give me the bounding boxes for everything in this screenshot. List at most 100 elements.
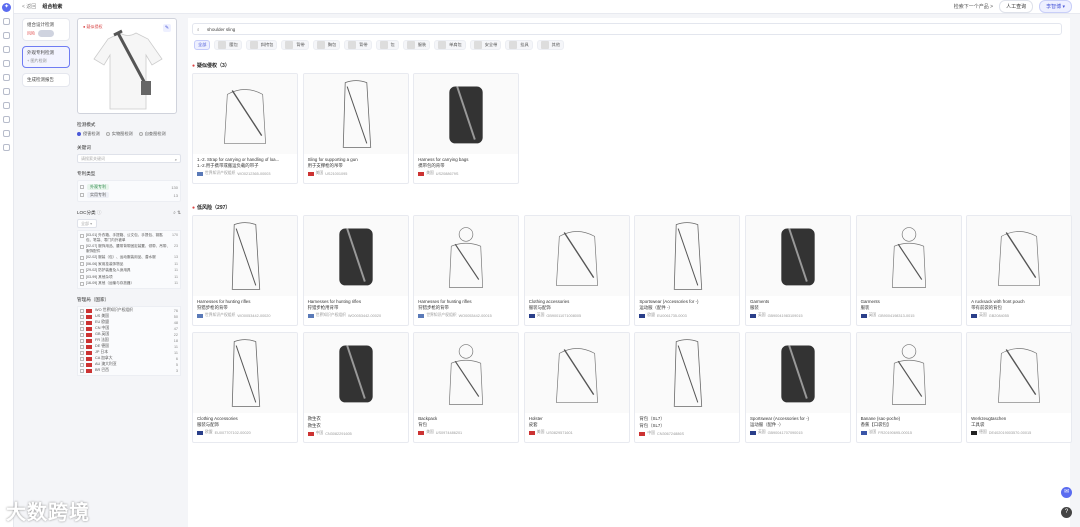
checkbox[interactable] <box>80 193 84 197</box>
mode-combo-design[interactable]: 组合设计检测 风险 <box>22 18 70 41</box>
result-image[interactable] <box>745 333 850 413</box>
result-meta: 美国 US0974486201 <box>414 428 518 435</box>
result-card[interactable]: Clothing Accessories 服装与配饰 欧盟 EU007707102-0… <box>192 332 298 443</box>
result-card[interactable]: Clothing accessories 服装与配饰 英国 GB90011071008… <box>523 215 630 326</box>
result-card[interactable]: Backpack 背包 美国 US0974486201 <box>413 332 520 443</box>
user-menu[interactable]: 李智博 ▾ <box>1039 0 1072 13</box>
result-card[interactable]: 救生衣 救生衣 中国 CN3082291605 <box>302 332 409 443</box>
result-title-en: Harnesses for hunting rifles <box>307 299 362 304</box>
radio-option[interactable]: 侵害检测 <box>77 131 100 137</box>
checkbox[interactable] <box>80 362 84 367</box>
back-link[interactable]: < 返回 <box>22 3 36 10</box>
result-card[interactable]: A rucksack with front pouch 带有前袋的背包 英国 GB20… <box>966 215 1073 326</box>
result-image[interactable] <box>745 216 850 296</box>
result-card[interactable]: Harnesses for hunting rifles 狩猎步枪用背带 世界知识产… <box>302 215 409 326</box>
category-chip[interactable]: 安全带 <box>469 40 502 50</box>
result-image[interactable] <box>414 216 519 296</box>
result-image[interactable] <box>303 74 408 154</box>
checkbox[interactable] <box>80 314 84 319</box>
patent-type-row[interactable]: 实用专利 13 <box>80 191 178 199</box>
nav-search-icon[interactable] <box>3 32 10 39</box>
result-card[interactable]: 1.-2. Strap for carrying or handling of … <box>192 73 298 184</box>
checkbox[interactable] <box>80 338 84 343</box>
nav-monitor-icon[interactable] <box>3 102 10 109</box>
radio-option[interactable]: 实物图检测 <box>105 131 133 137</box>
result-card[interactable]: Holster 皮套 美国 US0829571601 <box>523 332 630 443</box>
result-card[interactable]: 背包（SL7） 背包（SL7） 中国 CN306724886S <box>634 332 741 443</box>
result-image[interactable] <box>193 74 297 154</box>
result-image[interactable] <box>524 333 629 413</box>
category-chip[interactable]: 胸包 <box>312 40 341 50</box>
loc-row[interactable]: [03-01] 外衣箱、手提箱、公文包、手提包、钥匙包、笔袋、零门内外被单 170 <box>80 232 178 243</box>
nav-chart-icon[interactable] <box>3 88 10 95</box>
patent-type-row[interactable]: 外观专利 130 <box>80 183 178 191</box>
loc-select[interactable]: 全部 ▾ <box>77 219 97 228</box>
result-card[interactable]: Sportswear (Accessories for -) 运动服（配件 -）欧… <box>634 215 741 326</box>
loc-row[interactable]: [02-07] 服饰用品、腰带背带固定装置、领带、吊带、服饰配件 23 <box>80 243 178 254</box>
chat-icon[interactable]: ✉ <box>1061 487 1072 498</box>
result-image[interactable] <box>414 333 519 413</box>
result-card[interactable]: Sling for supporting a gun 用于支撑枪的吊带 美国 US21… <box>302 73 409 184</box>
nav-doc-icon[interactable] <box>3 74 10 81</box>
checkbox[interactable] <box>80 344 84 349</box>
country-row[interactable]: BR 巴西 3 <box>80 368 178 374</box>
checkbox[interactable] <box>80 332 84 337</box>
radio-option[interactable]: 自查图检测 <box>138 131 166 137</box>
checkbox[interactable] <box>80 368 84 373</box>
nav-list-icon[interactable] <box>3 60 10 67</box>
result-card[interactable]: Sportswear (Accessories for -) 运动服（配件 -）英… <box>744 332 851 443</box>
loc-row[interactable]: [16-09] 其他（运输与存放器） 11 <box>80 280 178 287</box>
checkbox[interactable] <box>80 185 84 189</box>
result-card[interactable]: Harnesses for hunting rifles 狩猎步枪的背带 世界知识产… <box>413 215 520 326</box>
result-card[interactable]: Harness for carrying bags 携带包的背带 美国 US20886… <box>413 73 520 184</box>
category-chip[interactable]: 挂具 <box>505 40 533 50</box>
keyword-input[interactable]: 请搜索关键词 ⌕ <box>77 154 181 163</box>
category-chip[interactable]: 全部 <box>194 40 211 50</box>
result-card[interactable]: Banane (sac-poche) 香蕉【口袋包】 法国 FR20190695-00… <box>855 332 962 443</box>
checkbox[interactable] <box>80 320 84 325</box>
result-image[interactable] <box>856 333 961 413</box>
category-chip[interactable]: 包 <box>375 40 399 50</box>
result-card[interactable]: Werkzeugtaschen 工具袋 德国 DE402019003570-00015 <box>966 332 1073 443</box>
result-image[interactable] <box>967 216 1072 296</box>
result-image[interactable] <box>635 333 740 413</box>
result-image[interactable] <box>856 216 961 296</box>
mode-toggle[interactable] <box>38 30 54 37</box>
result-image[interactable] <box>303 333 408 413</box>
checkbox[interactable] <box>80 308 84 313</box>
nav-tool-icon[interactable] <box>3 144 10 151</box>
mode-report[interactable]: 生成检测报告 <box>22 73 70 87</box>
search-icon[interactable]: ⌕ <box>175 156 177 164</box>
category-chip[interactable]: 腰包 <box>214 40 242 50</box>
result-image[interactable] <box>967 333 1072 413</box>
mode-design-patent[interactable]: 外观专利检测 + 图片检测 <box>22 46 70 68</box>
category-chip[interactable]: 斜挎包 <box>245 40 278 50</box>
result-card[interactable]: Harnesses for hunting rifles 狩猎步枪的背带 世界知识产… <box>192 215 298 326</box>
category-chip[interactable]: 背带 <box>344 40 372 50</box>
nav-tag-icon[interactable] <box>3 130 10 137</box>
result-image[interactable] <box>193 216 297 296</box>
help-icon[interactable]: ? <box>1061 507 1072 518</box>
search-input[interactable]: ⌕ shoulder sling <box>192 23 1062 35</box>
category-chip[interactable]: 服装 <box>402 40 431 50</box>
checkbox[interactable] <box>80 326 84 331</box>
checkbox[interactable] <box>80 350 84 355</box>
result-card[interactable]: Garments 服装 英国 GB90041983109015 <box>744 215 851 326</box>
service-button[interactable]: 人工查询 <box>999 0 1034 13</box>
nav-home-icon[interactable] <box>3 18 10 25</box>
checkbox[interactable] <box>80 356 84 361</box>
result-image[interactable] <box>524 216 629 296</box>
nav-image-icon[interactable] <box>3 46 10 53</box>
result-image[interactable] <box>414 74 519 154</box>
result-image[interactable] <box>635 216 740 296</box>
result-image[interactable] <box>193 333 297 413</box>
result-image[interactable] <box>303 216 408 296</box>
nav-alert-icon[interactable] <box>3 116 10 123</box>
result-card[interactable]: Garments 服装 英国 GB9004198313-0015 <box>855 215 962 326</box>
category-chip[interactable]: 背带 <box>281 40 309 50</box>
next-product-link[interactable]: 检索下一个产品 > <box>954 3 993 10</box>
query-image-card[interactable]: ● 疑似侵权 ✎ <box>77 18 177 114</box>
category-chip[interactable]: 其他 <box>536 40 565 50</box>
app-logo-icon[interactable]: ✦ <box>2 3 11 12</box>
category-chip[interactable]: 单肩包 <box>434 40 466 50</box>
